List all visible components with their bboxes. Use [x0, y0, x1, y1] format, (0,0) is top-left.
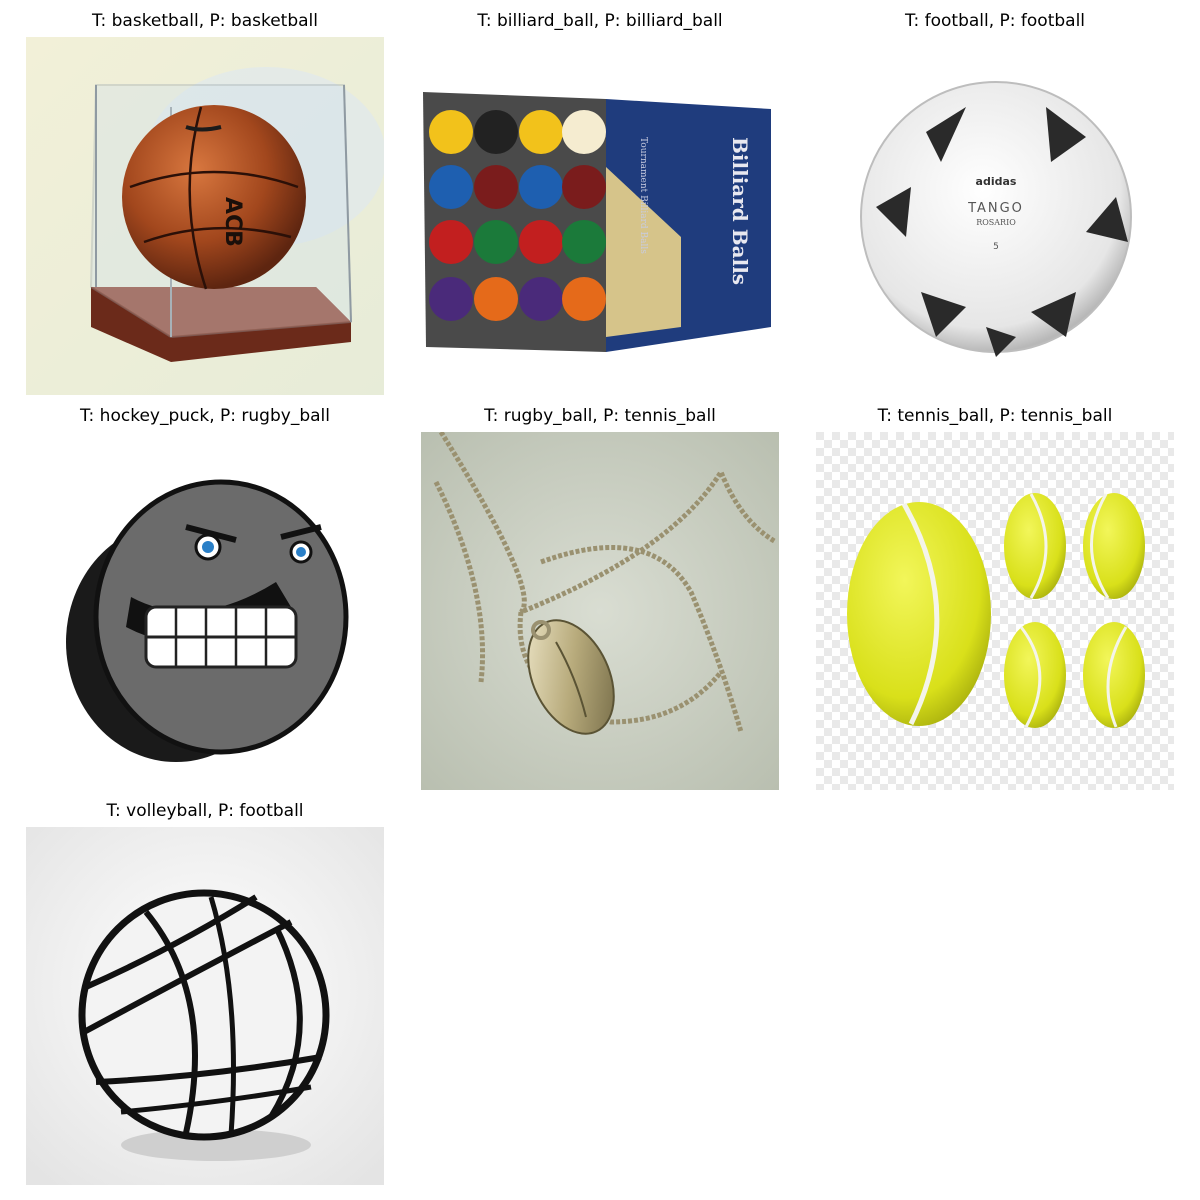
- panel-basketball: T: basketball, P: basketball ACB: [26, 10, 384, 395]
- football-size: 5: [993, 242, 999, 252]
- panel-billiard-ball: T: billiard_ball, P: billiard_ball Billi…: [421, 10, 779, 395]
- panel-caption: T: tennis_ball, P: tennis_ball: [877, 406, 1113, 426]
- volleyball-image: [26, 827, 384, 1185]
- panel-hockey-puck: T: hockey_puck, P: rugby_ball: [26, 405, 384, 790]
- football-submodel: ROSARIO: [976, 218, 1016, 227]
- panel-football: T: football, P: football adidas TANGO RO…: [816, 10, 1174, 395]
- football-brand: adidas: [976, 175, 1017, 188]
- billiard-ball-image: Billiard Balls Tournament Billiard Balls: [421, 37, 779, 395]
- panel-caption: T: billiard_ball, P: billiard_ball: [477, 11, 723, 31]
- football-image: adidas TANGO ROSARIO 5: [816, 37, 1174, 395]
- hockey-puck-image: [26, 432, 384, 790]
- panel-caption: T: basketball, P: basketball: [91, 11, 318, 31]
- rugby-ball-pendant-image: [421, 432, 779, 790]
- panel-tennis-ball: T: tennis_ball, P: tennis_ball: [816, 405, 1174, 790]
- panel-caption: T: hockey_puck, P: rugby_ball: [80, 406, 330, 426]
- panel-volleyball: T: volleyball, P: football: [26, 800, 384, 1185]
- panel-caption: T: rugby_ball, P: tennis_ball: [484, 406, 716, 426]
- panel-rugby-ball: T: rugby_ball, P: tennis_ball: [421, 405, 779, 790]
- billiard-box-subtitle: Tournament Billiard Balls: [638, 137, 648, 254]
- panel-caption: T: football, P: football: [904, 11, 1086, 31]
- tennis-ball-image: [816, 432, 1174, 790]
- panel-caption: T: volleyball, P: football: [106, 801, 304, 821]
- football-model: TANGO: [967, 201, 1024, 216]
- billiard-box-title: Billiard Balls: [728, 137, 752, 285]
- basketball-logo-text: ACB: [220, 197, 245, 247]
- basketball-image: ACB: [26, 37, 384, 395]
